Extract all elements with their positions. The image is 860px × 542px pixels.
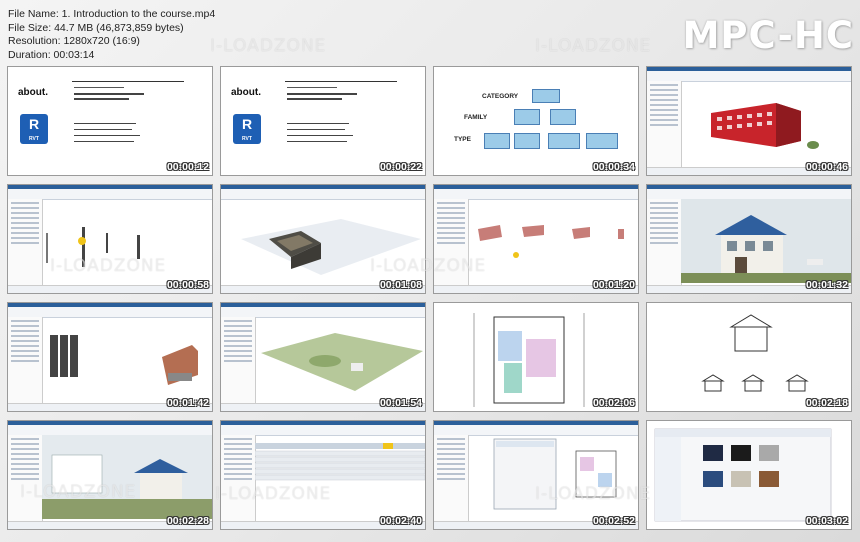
thumbnail-8[interactable]: 00:01:32 <box>646 184 852 294</box>
thumbnail-5[interactable]: 00:00:58 <box>7 184 213 294</box>
thumbnail-16[interactable]: 00:03:02 <box>646 420 852 530</box>
thumbnail-13[interactable]: 00:02:28 <box>7 420 213 530</box>
diagram-category-label: CATEGORY <box>482 93 519 100</box>
watermark: I-LOADZONE <box>535 36 652 56</box>
thumbnail-7[interactable]: 00:01:20 <box>433 184 639 294</box>
timestamp: 00:00:58 <box>166 279 209 291</box>
watermark: I-LOADZONE <box>20 482 137 502</box>
revit-logo-icon: R RVT <box>20 114 48 144</box>
watermark: I-LOADZONE <box>370 256 487 276</box>
timestamp: 00:02:40 <box>379 515 422 527</box>
timestamp: 00:00:12 <box>166 161 209 173</box>
file-resolution: Resolution: 1280x720 (16:9) <box>8 35 140 47</box>
timestamp: 00:02:28 <box>166 515 209 527</box>
timestamp: 00:00:46 <box>805 161 848 173</box>
watermark: I-LOADZONE <box>215 484 332 504</box>
slide-title: about. <box>18 87 48 98</box>
thumbnail-1[interactable]: about. R RVT 00:00:12 <box>7 66 213 176</box>
watermark: I-LOADZONE <box>50 256 167 276</box>
timestamp: 00:01:08 <box>379 279 422 291</box>
thumbnail-14[interactable]: 00:02:40 <box>220 420 426 530</box>
file-name: File Name: 1. Introduction to the course… <box>8 8 216 20</box>
thumbnail-2[interactable]: about. R RVT 00:00:22 <box>220 66 426 176</box>
thumbnail-15[interactable]: 00:02:52 <box>433 420 639 530</box>
timestamp: 00:00:34 <box>592 161 635 173</box>
thumbnail-12[interactable]: 00:02:18 <box>646 302 852 412</box>
timestamp: 00:01:20 <box>592 279 635 291</box>
file-size: File Size: 44.7 MB (46,873,859 bytes) <box>8 21 184 34</box>
timestamp: 00:01:42 <box>166 397 209 409</box>
diagram-family-label: FAMILY <box>464 114 488 121</box>
timestamp: 00:01:54 <box>379 397 422 409</box>
timestamp: 00:02:06 <box>592 397 635 409</box>
file-duration: Duration: 00:03:14 <box>8 48 95 61</box>
thumbnail-grid: about. R RVT 00:00:12 about. R RVT 00:00:2… <box>7 66 857 536</box>
diagram-type-label: TYPE <box>454 136 471 143</box>
thumbnail-4[interactable]: 00:00:46 <box>646 66 852 176</box>
timestamp: 00:02:52 <box>592 515 635 527</box>
timestamp: 00:01:32 <box>805 279 848 291</box>
revit-logo-icon: R RVT <box>233 114 261 144</box>
timestamp: 00:00:22 <box>379 161 422 173</box>
player-logo: MPC-HC <box>682 14 854 57</box>
timestamp: 00:03:02 <box>805 515 848 527</box>
thumbnail-11[interactable]: 00:02:06 <box>433 302 639 412</box>
slide-title: about. <box>231 87 261 98</box>
thumbnail-3[interactable]: CATEGORY FAMILY TYPE 00:00:34 <box>433 66 639 176</box>
watermark: I-LOADZONE <box>210 36 327 56</box>
thumbnail-9[interactable]: 00:01:42 <box>7 302 213 412</box>
file-info: File Name: 1. Introduction to the course… <box>8 8 215 62</box>
timestamp: 00:02:18 <box>805 397 848 409</box>
watermark: I-LOADZONE <box>535 484 652 504</box>
thumbnail-10[interactable]: 00:01:54 <box>220 302 426 412</box>
thumbnail-6[interactable]: 00:01:08 <box>220 184 426 294</box>
